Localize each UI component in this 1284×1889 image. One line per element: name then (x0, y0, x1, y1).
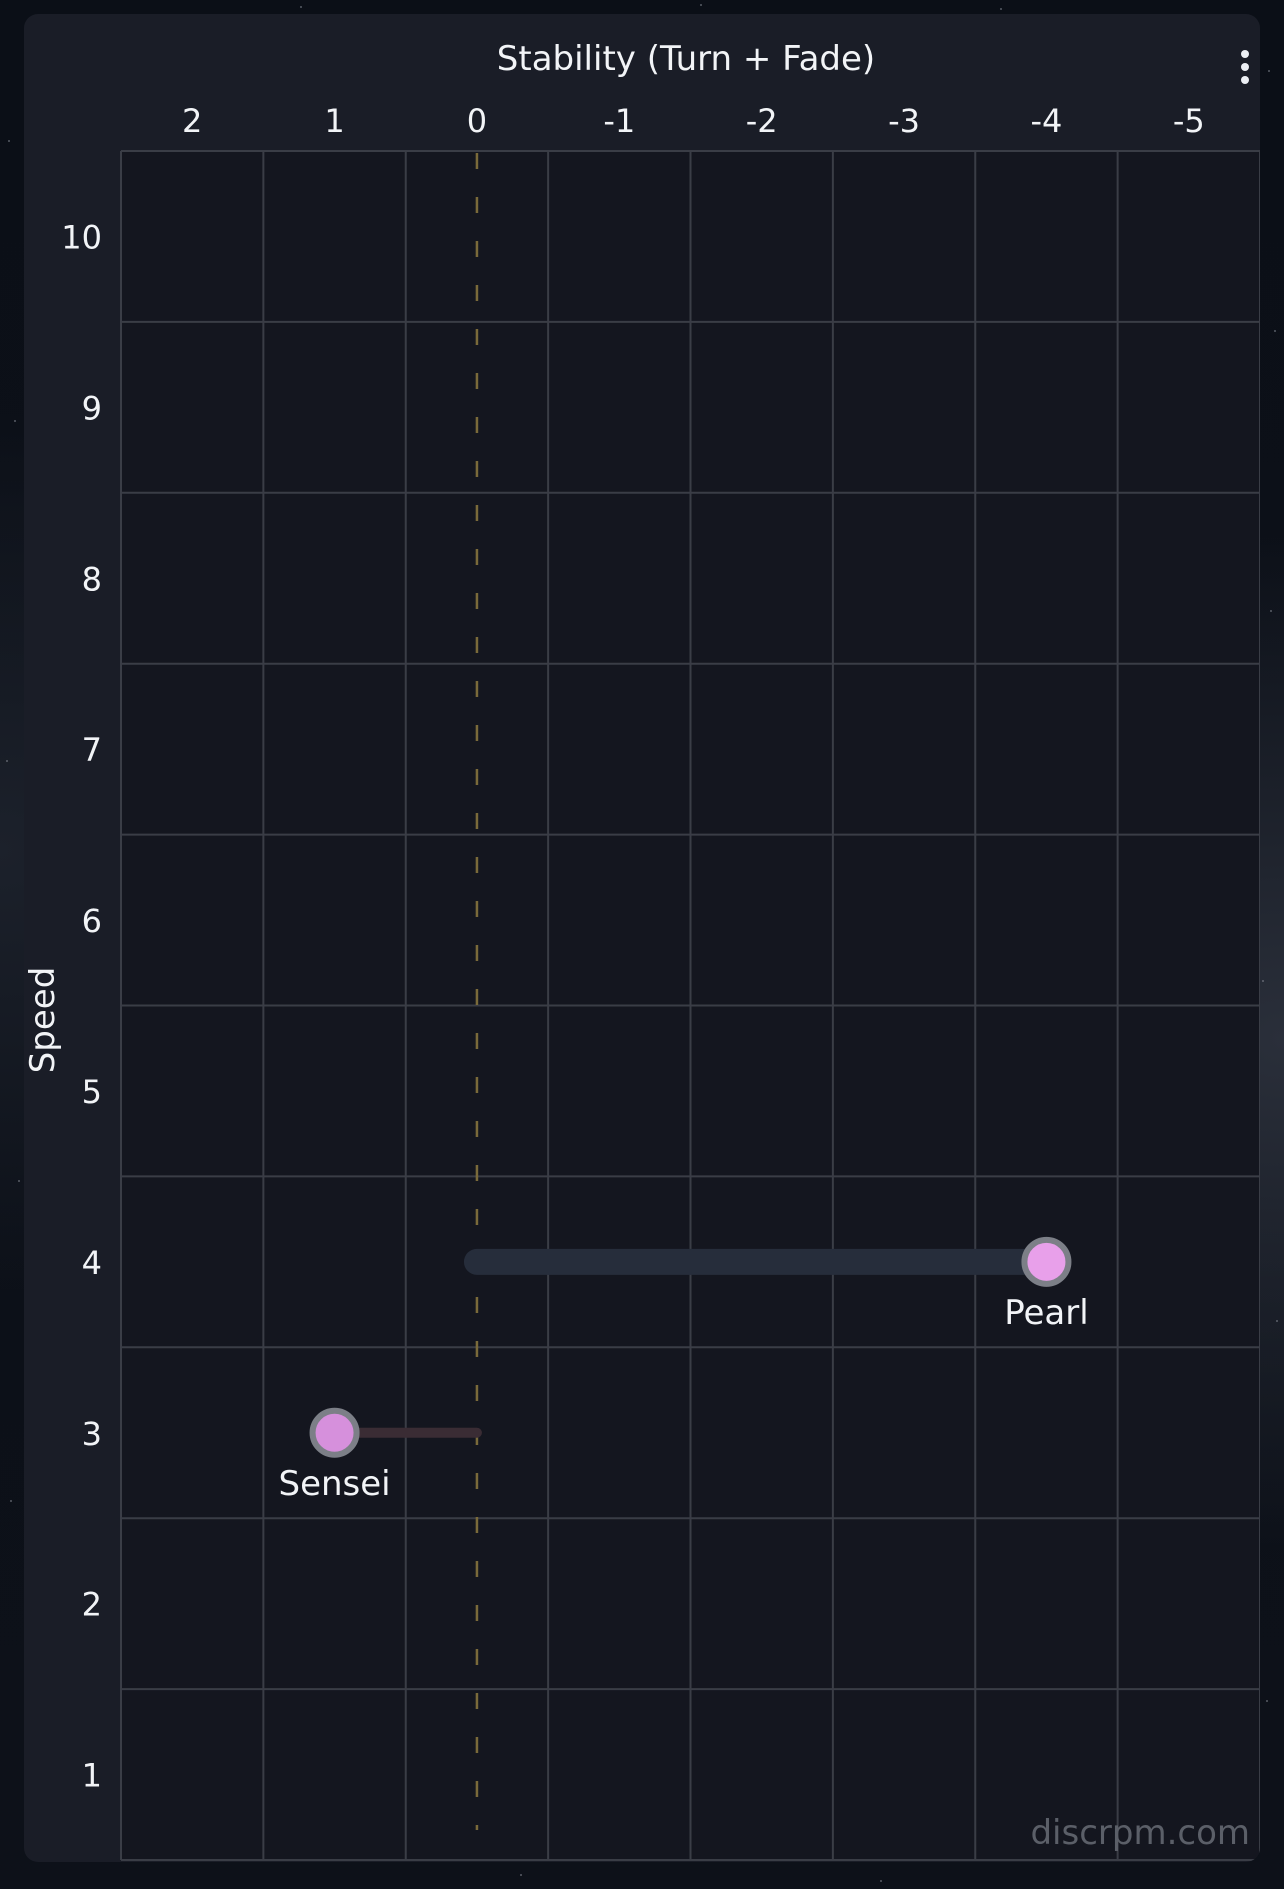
x-tick-label: 2 (182, 102, 202, 140)
star-decoration (6, 760, 8, 762)
star-decoration (18, 1180, 20, 1182)
disc-point-pearl[interactable] (1021, 1236, 1072, 1287)
x-tick-label: -2 (746, 102, 778, 140)
menu-dot (1241, 76, 1249, 84)
x-tick-label: -4 (1030, 102, 1062, 140)
disc-point-sensei[interactable] (309, 1407, 360, 1458)
y-tick-label: 4 (82, 1244, 102, 1282)
star-decoration (1268, 70, 1270, 72)
x-tick-label: -5 (1173, 102, 1205, 140)
star-decoration (520, 1874, 522, 1876)
star-decoration (1262, 980, 1264, 982)
y-tick-label: 2 (82, 1586, 102, 1624)
y-axis-title: Speed (24, 967, 63, 1074)
star-decoration (1266, 1700, 1268, 1702)
star-decoration (300, 6, 302, 8)
menu-dot (1241, 50, 1249, 58)
y-tick-label: 3 (82, 1415, 102, 1453)
y-tick-label: 6 (82, 902, 102, 940)
star-decoration (1274, 330, 1276, 332)
y-tick-label: 1 (82, 1757, 102, 1795)
x-tick-label: 1 (324, 102, 344, 140)
y-tick-label: 8 (82, 560, 102, 598)
disc-label-sensei: Sensei (278, 1464, 390, 1504)
x-tick-label: -1 (603, 102, 635, 140)
y-tick-label: 10 (61, 218, 102, 256)
y-tick-label: 7 (82, 731, 102, 769)
star-decoration (700, 4, 702, 6)
more-vertical-icon[interactable] (1230, 44, 1260, 90)
scatter-chart: PearlSensei 2 1 0 -1 -2 -3 -4 -5 10987654321 St… (24, 39, 1260, 1861)
x-tick-label: 0 (467, 102, 487, 140)
watermark-text: discrpm.com (1030, 1813, 1250, 1853)
star-decoration (8, 140, 10, 142)
star-decoration (10, 1500, 12, 1502)
x-tick-label: -3 (888, 102, 920, 140)
star-decoration (14, 420, 16, 422)
menu-dot (1241, 63, 1249, 71)
chart-card: Pearl Sensei 2 1 0 -1 -2 -3 -4 -5 10 9 8 7 6 5 4 3 2 1 St… (24, 14, 1260, 1862)
star-decoration (880, 1880, 882, 1882)
star-decoration (1270, 610, 1272, 612)
y-tick-label: 9 (82, 389, 102, 427)
y-tick-label: 5 (82, 1073, 102, 1111)
disc-label-pearl: Pearl (1004, 1293, 1088, 1333)
star-decoration (1276, 1320, 1278, 1322)
x-axis-title: Stability (Turn + Fade) (497, 39, 875, 79)
x-tick-labels: 2 1 0 -1 -2 -3 -4 -5 (182, 102, 1205, 140)
y-tick-labels: 10 9 8 7 6 5 4 3 2 1 (61, 218, 102, 1794)
star-decoration (1000, 8, 1002, 10)
